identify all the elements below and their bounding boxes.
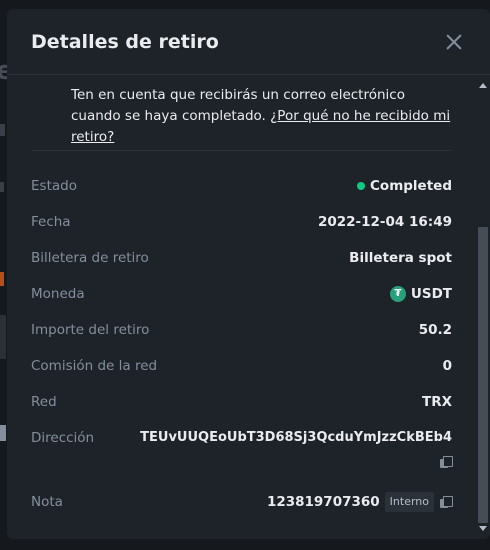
wallet-row: Billetera de retiro Billetera spot <box>7 240 476 276</box>
address-label: Dirección <box>31 430 95 446</box>
note-row: Nota 123819707360 Interno <box>7 484 476 520</box>
coin-text: USDT <box>410 286 452 302</box>
network-row: Red TRX <box>7 384 476 420</box>
withdrawal-details-modal: Detalles de retiro Ten en cuenta que rec… <box>7 9 490 539</box>
internal-badge: Interno <box>384 492 434 512</box>
scroll-down-arrow-icon[interactable] <box>479 526 487 531</box>
background-fragment <box>0 425 6 441</box>
fee-row: Comisión de la red 0 <box>7 348 476 384</box>
close-icon[interactable] <box>444 32 464 52</box>
address-value: TEUvUUQEoUbT3D68Sj3QcduYmJzzCkBEb4 <box>140 420 453 468</box>
status-row: Estado Completed <box>7 168 476 204</box>
scrollbar-thumb[interactable] <box>478 227 488 523</box>
address-text: TEUvUUQEoUbT3D68Sj3QcduYmJzzCkBEb4 <box>140 430 452 445</box>
modal-body: Ten en cuenta que recibirás un correo el… <box>7 75 476 539</box>
date-row: Fecha 2022-12-04 16:49 <box>7 204 476 240</box>
status-value: Completed <box>357 168 452 204</box>
coin-row: Moneda ₮ USDT <box>7 276 476 312</box>
wallet-value: Billetera spot <box>349 250 452 266</box>
coin-value: ₮ USDT <box>389 276 452 312</box>
background-fragment <box>0 124 5 136</box>
status-text: Completed <box>370 178 452 194</box>
fee-label: Comisión de la red <box>31 358 158 374</box>
copy-note-icon[interactable] <box>440 496 453 508</box>
date-label: Fecha <box>31 214 71 230</box>
modal-scrollbar[interactable] <box>476 75 490 539</box>
background-fragment <box>0 272 4 286</box>
network-label: Red <box>31 394 57 410</box>
address-row: Dirección TEUvUUQEoUbT3D68Sj3QcduYmJzzCk… <box>7 420 476 476</box>
note-text: 123819707360 <box>266 494 380 510</box>
wallet-label: Billetera de retiro <box>31 250 149 266</box>
note-label: Nota <box>31 494 63 510</box>
email-notice: Ten en cuenta que recibirás un correo el… <box>7 75 476 150</box>
modal-title: Detalles de retiro <box>31 30 219 53</box>
amount-row: Importe del retiro 50.2 <box>7 312 476 348</box>
date-value: 2022-12-04 16:49 <box>317 214 452 230</box>
status-dot-icon <box>357 182 366 190</box>
network-value: TRX <box>421 394 452 410</box>
copy-address-icon[interactable] <box>440 456 453 468</box>
background-fragment <box>0 182 4 192</box>
note-value: 123819707360 Interno <box>266 484 453 520</box>
scroll-up-arrow-icon[interactable] <box>479 83 487 88</box>
fee-value: 0 <box>442 358 452 374</box>
amount-value: 50.2 <box>418 322 452 338</box>
tether-icon: ₮ <box>389 286 406 302</box>
status-label: Estado <box>31 178 77 194</box>
amount-label: Importe del retiro <box>31 322 150 338</box>
background-fragment <box>0 315 6 359</box>
coin-label: Moneda <box>31 286 85 302</box>
modal-header: Detalles de retiro <box>7 9 490 75</box>
